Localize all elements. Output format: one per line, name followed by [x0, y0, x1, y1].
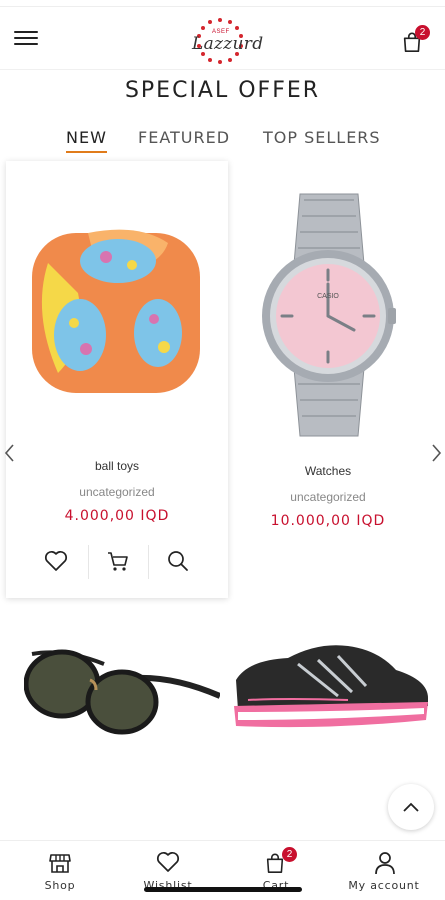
heart-icon — [44, 550, 68, 571]
ball-toy-image[interactable] — [28, 223, 204, 401]
active-tab-indicator — [66, 151, 107, 153]
search-icon — [168, 551, 188, 571]
add-to-cart-button[interactable] — [88, 541, 148, 581]
product-card[interactable]: CASIO Watches uncategorized 10.000,00 IQ… — [228, 166, 428, 536]
chevron-up-icon — [403, 802, 419, 812]
quick-view-button[interactable] — [148, 541, 208, 581]
nav-shop[interactable]: Shop — [10, 841, 110, 897]
logo-dot — [227, 57, 232, 62]
logo-dot — [208, 20, 213, 25]
product-price: 10.000,00 IQD — [270, 513, 386, 529]
app-screen: ASEF Lazzurd 2 SPECIAL OFFER NEW FEATURE… — [0, 0, 445, 900]
carousel-prev-arrow-icon[interactable] — [2, 442, 18, 464]
tab-new[interactable]: NEW — [66, 128, 107, 147]
back-to-top-button[interactable] — [388, 784, 434, 830]
logo-dot — [200, 25, 205, 30]
cart-button[interactable]: 2 — [401, 25, 430, 55]
cart-icon — [108, 552, 128, 571]
product-category[interactable]: uncategorized — [228, 490, 428, 504]
product-actions — [6, 541, 228, 585]
header: ASEF Lazzurd 2 — [0, 6, 445, 70]
logo-dot — [218, 18, 222, 23]
shop-icon — [49, 854, 71, 873]
running-shoe-image[interactable] — [228, 640, 432, 734]
product-card[interactable]: ball toys uncategorized 4.000,00 IQD — [6, 161, 228, 598]
product-name[interactable]: Watches — [228, 464, 428, 478]
logo-dot — [208, 57, 213, 62]
cart-count-badge: 2 — [415, 25, 430, 40]
sunglasses-image[interactable] — [24, 646, 220, 736]
carousel-next-arrow-icon[interactable] — [428, 442, 444, 464]
nav-label: Shop — [44, 879, 76, 892]
logo-dot — [235, 25, 240, 30]
product-category[interactable]: uncategorized — [6, 485, 228, 499]
home-indicator — [144, 887, 302, 892]
logo-dot — [227, 20, 232, 25]
logo-text: Lazzurd — [192, 34, 264, 54]
section-title: SPECIAL OFFER — [124, 78, 321, 103]
cart-count-badge: 2 — [282, 847, 297, 862]
tab-featured[interactable]: FEATURED — [138, 128, 230, 147]
add-to-wishlist-button[interactable] — [26, 541, 86, 581]
user-icon — [375, 852, 395, 875]
product-name[interactable]: ball toys — [6, 459, 228, 473]
tab-top-sellers[interactable]: TOP SELLERS — [263, 128, 381, 147]
product-tabs: NEW FEATURED TOP SELLERS — [0, 128, 445, 158]
nav-my-account[interactable]: My account — [334, 841, 434, 897]
logo[interactable]: ASEF Lazzurd — [182, 15, 264, 67]
nav-label: My account — [348, 879, 420, 892]
product-card[interactable] — [10, 628, 220, 748]
product-price: 4.000,00 IQD — [64, 508, 170, 524]
hamburger-menu-icon[interactable] — [14, 27, 38, 49]
watch-brand-text: CASIO — [317, 293, 339, 300]
product-card[interactable] — [226, 628, 436, 748]
logo-dot — [218, 59, 222, 64]
pink-watch-image[interactable]: CASIO — [260, 192, 396, 438]
heart-icon — [156, 851, 180, 872]
